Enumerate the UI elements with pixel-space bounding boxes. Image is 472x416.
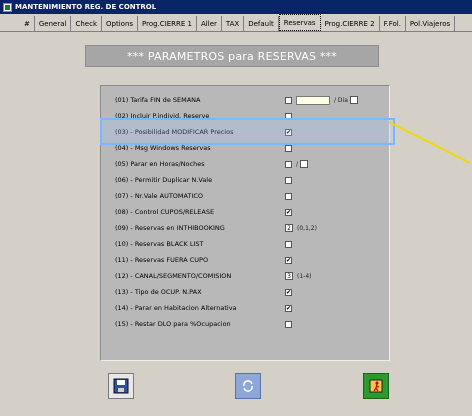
param-row-13: (13) - Tipo de OCUP. N.PAX ✔ xyxy=(115,286,292,298)
param-hint: / xyxy=(296,160,309,168)
exit-door-icon xyxy=(369,379,383,393)
refresh-button[interactable] xyxy=(235,373,261,399)
param-label: (06) - Permitir Duplicar N.Vale xyxy=(115,176,213,184)
param-hint: / Dia xyxy=(334,96,358,104)
param-value-input[interactable]: 3 xyxy=(285,272,293,280)
param-label: (10) - Reservas BLACK LIST xyxy=(115,240,204,248)
param-checkbox[interactable] xyxy=(285,160,292,168)
bottom-toolbar xyxy=(0,363,472,416)
tab-options[interactable]: Options xyxy=(102,16,139,31)
tab-pol-viajeros[interactable]: Pol.Viajeros xyxy=(406,16,456,31)
param-row-06: (06) - Permitir Duplicar N.Vale xyxy=(115,174,292,186)
param-row-15: (15) - Restar DLO para %Ocupacion xyxy=(115,318,292,330)
main-area: *** PARAMETROS para RESERVAS *** (01) Ta… xyxy=(0,33,472,363)
tab-bar: # General Check Options Prog.CIERRE 1 Al… xyxy=(0,14,472,32)
exit-button[interactable] xyxy=(363,373,389,399)
param-checkbox[interactable]: ✔ xyxy=(285,304,292,312)
window-titlebar: MANTENIMIENTO REG. DE CONTROL xyxy=(0,0,472,14)
param-label: (14) - Parar en Habitacion Alternativa xyxy=(115,304,237,312)
param-hint-text: / Dia xyxy=(334,96,348,104)
tab-aller[interactable]: Aller xyxy=(197,16,222,31)
param-label: (13) - Tipo de OCUP. N.PAX xyxy=(115,288,202,296)
refresh-icon xyxy=(243,380,253,392)
param-label: (05) Parar en Horas/Noches xyxy=(115,160,205,168)
tab-prog-cierre-2[interactable]: Prog.CIERRE 2 xyxy=(321,16,380,31)
tab-reservas[interactable]: Reservas xyxy=(278,14,321,31)
param-row-14: (14) - Parar en Habitacion Alternativa ✔ xyxy=(115,302,292,314)
param-row-01: (01) Tarifa FIN de SEMANA / Dia xyxy=(115,94,358,106)
param-label: (15) - Restar DLO para %Ocupacion xyxy=(115,320,231,328)
tab-default[interactable]: Default xyxy=(244,16,279,31)
param-row-12: (12) - CANAL/SEGMENTO/COMISION 3 (1-4) xyxy=(115,270,311,282)
param-label: (08) - Control CUPOS/RELEASE xyxy=(115,208,215,216)
tab-check[interactable]: Check xyxy=(71,16,103,31)
param-checkbox[interactable]: ✔ xyxy=(285,256,292,264)
page-title: *** PARAMETROS para RESERVAS *** xyxy=(85,45,379,67)
param-hint: (1-4) xyxy=(297,272,312,280)
tab-prog-cierre-1[interactable]: Prog.CIERRE 1 xyxy=(138,16,198,31)
floppy-disk-icon xyxy=(113,378,129,394)
param-label: (12) - CANAL/SEGMENTO/COMISION xyxy=(115,272,232,280)
param-label: (09) - Reservas en INTHIBOOKING xyxy=(115,224,225,232)
param-label: (07) - Nr.Vale AUTOMATICO xyxy=(115,192,204,200)
tab-general[interactable]: General xyxy=(35,16,72,31)
tab-tax[interactable]: TAX xyxy=(222,16,245,31)
param-row-07: (07) - Nr.Vale AUTOMATICO xyxy=(115,190,292,202)
param-checkbox[interactable] xyxy=(285,320,292,328)
param-label: (11) - Reservas FUERA CUPO xyxy=(115,256,209,264)
save-button[interactable] xyxy=(108,373,134,399)
param-checkbox[interactable] xyxy=(285,96,292,104)
param-checkbox[interactable] xyxy=(285,176,292,184)
tab-hash[interactable]: # xyxy=(20,16,35,31)
param-checkbox[interactable] xyxy=(285,192,292,200)
param-row-05: (05) Parar en Horas/Noches / xyxy=(115,158,309,170)
param-checkbox[interactable] xyxy=(285,144,292,152)
pointer-arrow-icon xyxy=(388,121,471,164)
param-hint: (0,1,2) xyxy=(297,224,317,232)
param-checkbox[interactable]: ✔ xyxy=(285,208,292,216)
param-row-10: (10) - Reservas BLACK LIST xyxy=(115,238,292,250)
tarifa-input[interactable] xyxy=(296,95,330,105)
dia-checkbox[interactable] xyxy=(349,96,358,104)
param-row-09: (09) - Reservas en INTHIBOOKING 2 (0,1,2… xyxy=(115,222,317,234)
app-icon xyxy=(3,2,12,12)
param-label: (04) - Msg Windows Reservas xyxy=(115,144,211,152)
window-title: MANTENIMIENTO REG. DE CONTROL xyxy=(15,3,157,11)
tab-f-fol[interactable]: F.Fol. xyxy=(380,16,406,31)
param-checkbox[interactable]: ✔ xyxy=(285,288,292,296)
noches-checkbox[interactable] xyxy=(300,160,309,168)
param-hint-text: / xyxy=(296,160,299,168)
row-highlight-box xyxy=(100,118,395,145)
param-value-input[interactable]: 2 xyxy=(285,224,293,232)
param-row-11: (11) - Reservas FUERA CUPO ✔ xyxy=(115,254,292,266)
param-label: (01) Tarifa FIN de SEMANA xyxy=(115,96,201,104)
param-row-08: (08) - Control CUPOS/RELEASE ✔ xyxy=(115,206,292,218)
param-checkbox[interactable] xyxy=(285,240,292,248)
